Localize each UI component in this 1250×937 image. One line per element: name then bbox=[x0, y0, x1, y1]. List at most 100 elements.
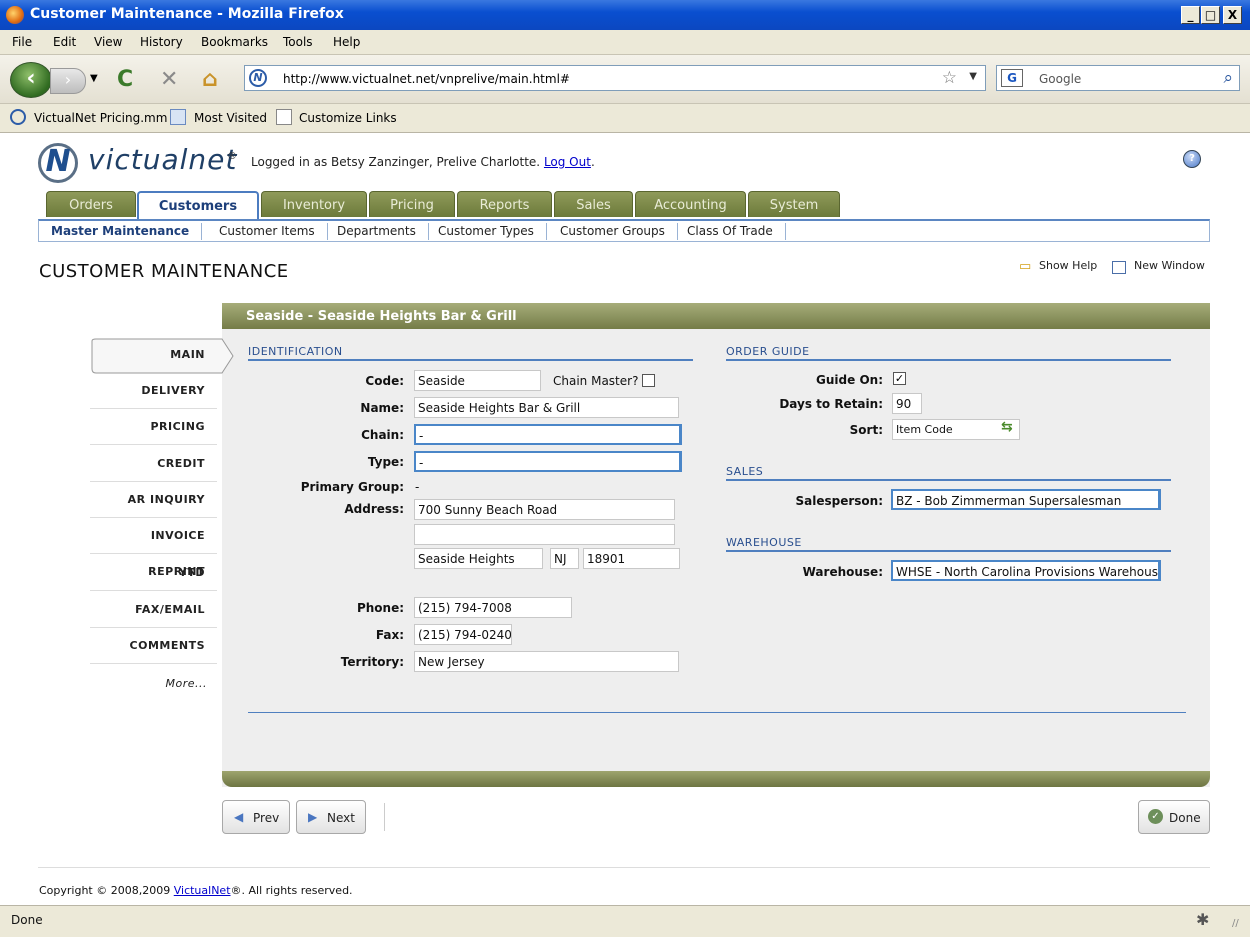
prev-button[interactable]: ◀ Prev bbox=[222, 800, 290, 834]
tab-reports[interactable]: Reports bbox=[457, 191, 552, 217]
menu-edit[interactable]: Edit bbox=[53, 35, 76, 49]
guide-on-checkbox[interactable]: ✓ bbox=[893, 372, 906, 385]
left-nav-ytd[interactable]: YTD bbox=[90, 555, 217, 591]
done-button[interactable]: ✓ Done bbox=[1138, 800, 1210, 834]
page-content: N victualnet ® Logged in as Betsy Zanzin… bbox=[0, 133, 1250, 905]
bookmark-victualnet-pricing[interactable]: VictualNet Pricing.mm bbox=[34, 111, 167, 125]
show-help-link[interactable]: Show Help bbox=[1039, 259, 1097, 272]
forward-icon[interactable]: › bbox=[50, 68, 86, 94]
panel-header: Seaside - Seaside Heights Bar & Grill bbox=[222, 303, 1210, 329]
reload-icon[interactable]: C bbox=[117, 67, 133, 92]
page-icon bbox=[276, 109, 292, 125]
chain-label: Chain: bbox=[361, 428, 404, 442]
status-bar: Done ✱ // bbox=[0, 905, 1250, 937]
left-nav-pricing[interactable]: PRICING bbox=[90, 409, 217, 445]
bookmark-most-visited[interactable]: Most Visited bbox=[194, 111, 267, 125]
menu-history[interactable]: History bbox=[140, 35, 183, 49]
salesperson-field[interactable]: BZ - Bob Zimmerman Supersalesman bbox=[891, 489, 1161, 510]
help-icon[interactable]: ? bbox=[1183, 150, 1201, 168]
tab-orders[interactable]: Orders bbox=[46, 191, 136, 217]
show-help-icon[interactable]: ▭ bbox=[1019, 259, 1031, 274]
tab-pricing[interactable]: Pricing bbox=[369, 191, 455, 217]
victualnet-logo-text: victualnet bbox=[88, 143, 238, 176]
address-line1-field[interactable]: 700 Sunny Beach Road bbox=[414, 499, 675, 520]
menu-file[interactable]: File bbox=[12, 35, 32, 49]
new-window-icon[interactable] bbox=[1112, 261, 1126, 274]
prev-label: Prev bbox=[253, 811, 280, 825]
prev-arrow-icon: ◀ bbox=[234, 810, 244, 824]
maximize-button[interactable]: □ bbox=[1201, 6, 1220, 24]
bookmark-star-icon[interactable]: ☆ bbox=[942, 68, 957, 88]
subtab-customer-groups[interactable]: Customer Groups bbox=[548, 223, 678, 240]
search-engine-icon[interactable]: G bbox=[1001, 69, 1023, 87]
logout-link[interactable]: Log Out bbox=[544, 155, 591, 169]
territory-field[interactable]: New Jersey bbox=[414, 651, 679, 672]
type-field[interactable]: - bbox=[414, 451, 682, 472]
code-field[interactable]: Seaside bbox=[414, 370, 541, 391]
footer-divider bbox=[38, 867, 1210, 868]
left-nav-comments[interactable]: COMMENTS bbox=[90, 628, 217, 664]
tab-system[interactable]: System bbox=[748, 191, 840, 217]
menu-view[interactable]: View bbox=[94, 35, 122, 49]
subtab-master-maintenance[interactable]: Master Maintenance bbox=[39, 223, 203, 240]
city-field[interactable]: Seaside Heights bbox=[414, 548, 543, 569]
menu-bookmarks[interactable]: Bookmarks bbox=[201, 35, 268, 49]
menu-help[interactable]: Help bbox=[333, 35, 360, 49]
warehouse-section: WAREHOUSE bbox=[726, 536, 1171, 552]
tab-customers[interactable]: Customers bbox=[137, 191, 259, 221]
url-bar[interactable]: N http://www.victualnet.net/vnprelive/ma… bbox=[244, 65, 986, 91]
close-button[interactable]: X bbox=[1223, 6, 1242, 24]
firefox-icon bbox=[6, 6, 24, 24]
zip-field[interactable]: 18901 bbox=[583, 548, 680, 569]
state-field[interactable]: NJ bbox=[550, 548, 579, 569]
search-bar[interactable]: G Google ⌕ bbox=[996, 65, 1240, 91]
left-nav-delivery[interactable]: DELIVERY bbox=[90, 373, 217, 409]
left-nav-ar-inquiry[interactable]: AR INQUIRY bbox=[90, 482, 217, 518]
subtab-departments[interactable]: Departments bbox=[325, 223, 429, 240]
search-icon[interactable]: ⌕ bbox=[1223, 68, 1233, 88]
tab-sales[interactable]: Sales bbox=[554, 191, 633, 217]
left-nav-main[interactable]: MAIN bbox=[90, 337, 217, 373]
panel-divider bbox=[248, 712, 1186, 713]
days-to-retain-field[interactable]: 90 bbox=[892, 393, 922, 414]
resize-grip-icon[interactable]: // bbox=[1232, 918, 1239, 929]
left-nav-fax-email[interactable]: FAX/EMAIL bbox=[90, 592, 217, 628]
back-icon[interactable]: ‹ bbox=[10, 62, 52, 98]
addon-status-icon[interactable]: ✱ bbox=[1196, 910, 1209, 929]
url-text[interactable]: http://www.victualnet.net/vnprelive/main… bbox=[283, 72, 570, 86]
url-dropdown-icon[interactable]: ▼ bbox=[969, 71, 977, 82]
history-dropdown-icon[interactable]: ▼ bbox=[90, 73, 98, 84]
warehouse-field[interactable]: WHSE - North Carolina Provisions Warehou… bbox=[891, 560, 1161, 581]
left-nav-credit[interactable]: CREDIT bbox=[90, 446, 217, 482]
subtab-customer-types[interactable]: Customer Types bbox=[426, 223, 547, 240]
left-nav-invoice-reprint[interactable]: INVOICE REPRINT bbox=[90, 518, 217, 578]
sort-label: Sort: bbox=[849, 423, 883, 437]
sort-arrow-icon[interactable]: ⇆ bbox=[1001, 419, 1013, 435]
subtab-customer-items[interactable]: Customer Items bbox=[207, 223, 328, 240]
minimize-button[interactable]: _ bbox=[1181, 6, 1200, 24]
site-identity-icon[interactable]: N bbox=[249, 69, 267, 87]
login-info: Logged in as Betsy Zanzinger, Prelive Ch… bbox=[251, 155, 595, 169]
home-icon[interactable]: ⌂ bbox=[202, 67, 218, 92]
tab-accounting[interactable]: Accounting bbox=[635, 191, 746, 217]
window-title: Customer Maintenance - Mozilla Firefox bbox=[30, 6, 344, 22]
tab-inventory[interactable]: Inventory bbox=[261, 191, 367, 217]
stop-icon[interactable]: ✕ bbox=[160, 67, 178, 92]
chain-master-checkbox[interactable] bbox=[642, 374, 655, 387]
victualnet-link[interactable]: VictualNet bbox=[174, 884, 231, 897]
identification-section: IDENTIFICATION bbox=[248, 345, 693, 361]
panel-footer bbox=[222, 771, 1210, 787]
next-button[interactable]: ▶ Next bbox=[296, 800, 366, 834]
code-label: Code: bbox=[365, 374, 404, 388]
menu-tools[interactable]: Tools bbox=[283, 35, 313, 49]
subtab-class-of-trade[interactable]: Class Of Trade bbox=[675, 223, 786, 240]
phone-field[interactable]: (215) 794-7008 bbox=[414, 597, 572, 618]
new-window-link[interactable]: New Window bbox=[1134, 259, 1205, 272]
left-nav-more[interactable]: More... bbox=[90, 666, 217, 702]
address-line2-field[interactable] bbox=[414, 524, 675, 545]
search-input[interactable]: Google bbox=[1039, 72, 1081, 86]
name-field[interactable]: Seaside Heights Bar & Grill bbox=[414, 397, 679, 418]
chain-field[interactable]: - bbox=[414, 424, 682, 445]
bookmark-customize-links[interactable]: Customize Links bbox=[299, 111, 397, 125]
fax-field[interactable]: (215) 794-0240 bbox=[414, 624, 512, 645]
